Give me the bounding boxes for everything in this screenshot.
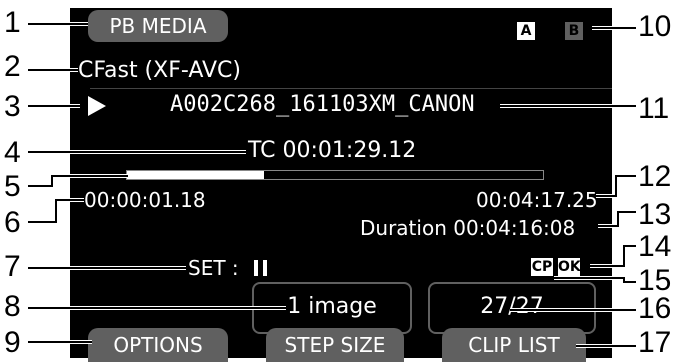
step-size-value: 1 image <box>287 294 377 319</box>
duration-value: 00:04:16:08 <box>453 216 576 240</box>
step-size-button[interactable]: STEP SIZE <box>266 328 404 362</box>
media-type: CFast (XF-AVC) <box>78 58 241 83</box>
callout-1: 1 <box>4 6 21 39</box>
duration-label: Duration <box>360 216 447 240</box>
callout-3: 3 <box>4 90 21 123</box>
callout-7: 7 <box>4 250 21 283</box>
duration: Duration 00:04:16:08 <box>360 216 575 240</box>
slot-a-badge: A <box>517 22 535 40</box>
timecode: TC 00:01:29.12 <box>248 138 417 163</box>
progress-fill <box>127 171 265 179</box>
set-label: SET : <box>188 256 239 280</box>
total-time: 00:04:17.25 <box>476 188 598 212</box>
callout-17: 17 <box>638 326 672 359</box>
clip-list-label: CLIP LIST <box>468 333 560 357</box>
slot-b-badge: B <box>565 22 583 40</box>
callout-4: 4 <box>4 136 21 169</box>
callout-13: 13 <box>638 198 672 231</box>
clip-counter-box[interactable]: 27/27 <box>428 282 596 334</box>
callout-14: 14 <box>638 230 672 263</box>
options-label: OPTIONS <box>113 333 203 357</box>
pause-icon <box>254 260 267 276</box>
callout-8: 8 <box>4 290 21 323</box>
callout-16: 16 <box>638 292 672 325</box>
clip-list-button[interactable]: CLIP LIST <box>442 328 586 362</box>
pb-media-button[interactable]: PB MEDIA <box>88 10 228 42</box>
step-size-box[interactable]: 1 image <box>252 282 412 334</box>
callout-6: 6 <box>4 206 21 239</box>
callout-2: 2 <box>4 50 21 83</box>
play-icon <box>88 96 106 116</box>
pb-media-label: PB MEDIA <box>109 14 207 38</box>
callout-5: 5 <box>4 170 21 203</box>
clip-counter: 27/27 <box>480 294 544 319</box>
callout-11: 11 <box>638 92 670 125</box>
ok-badge: OK <box>558 258 581 276</box>
options-button[interactable]: OPTIONS <box>88 328 228 362</box>
elapsed-time: 00:00:01.18 <box>84 188 206 212</box>
step-size-label: STEP SIZE <box>284 333 386 357</box>
clip-name: A002C268_161103XM_CANON <box>170 92 475 117</box>
progress-bar <box>126 170 544 180</box>
callout-9: 9 <box>4 326 21 359</box>
divider <box>90 88 612 89</box>
cp-badge: CP <box>531 258 553 276</box>
playback-screen: PB MEDIA A B CFast (XF-AVC) A002C268_161… <box>70 8 612 362</box>
callout-12: 12 <box>638 160 672 193</box>
callout-10: 10 <box>638 10 672 43</box>
